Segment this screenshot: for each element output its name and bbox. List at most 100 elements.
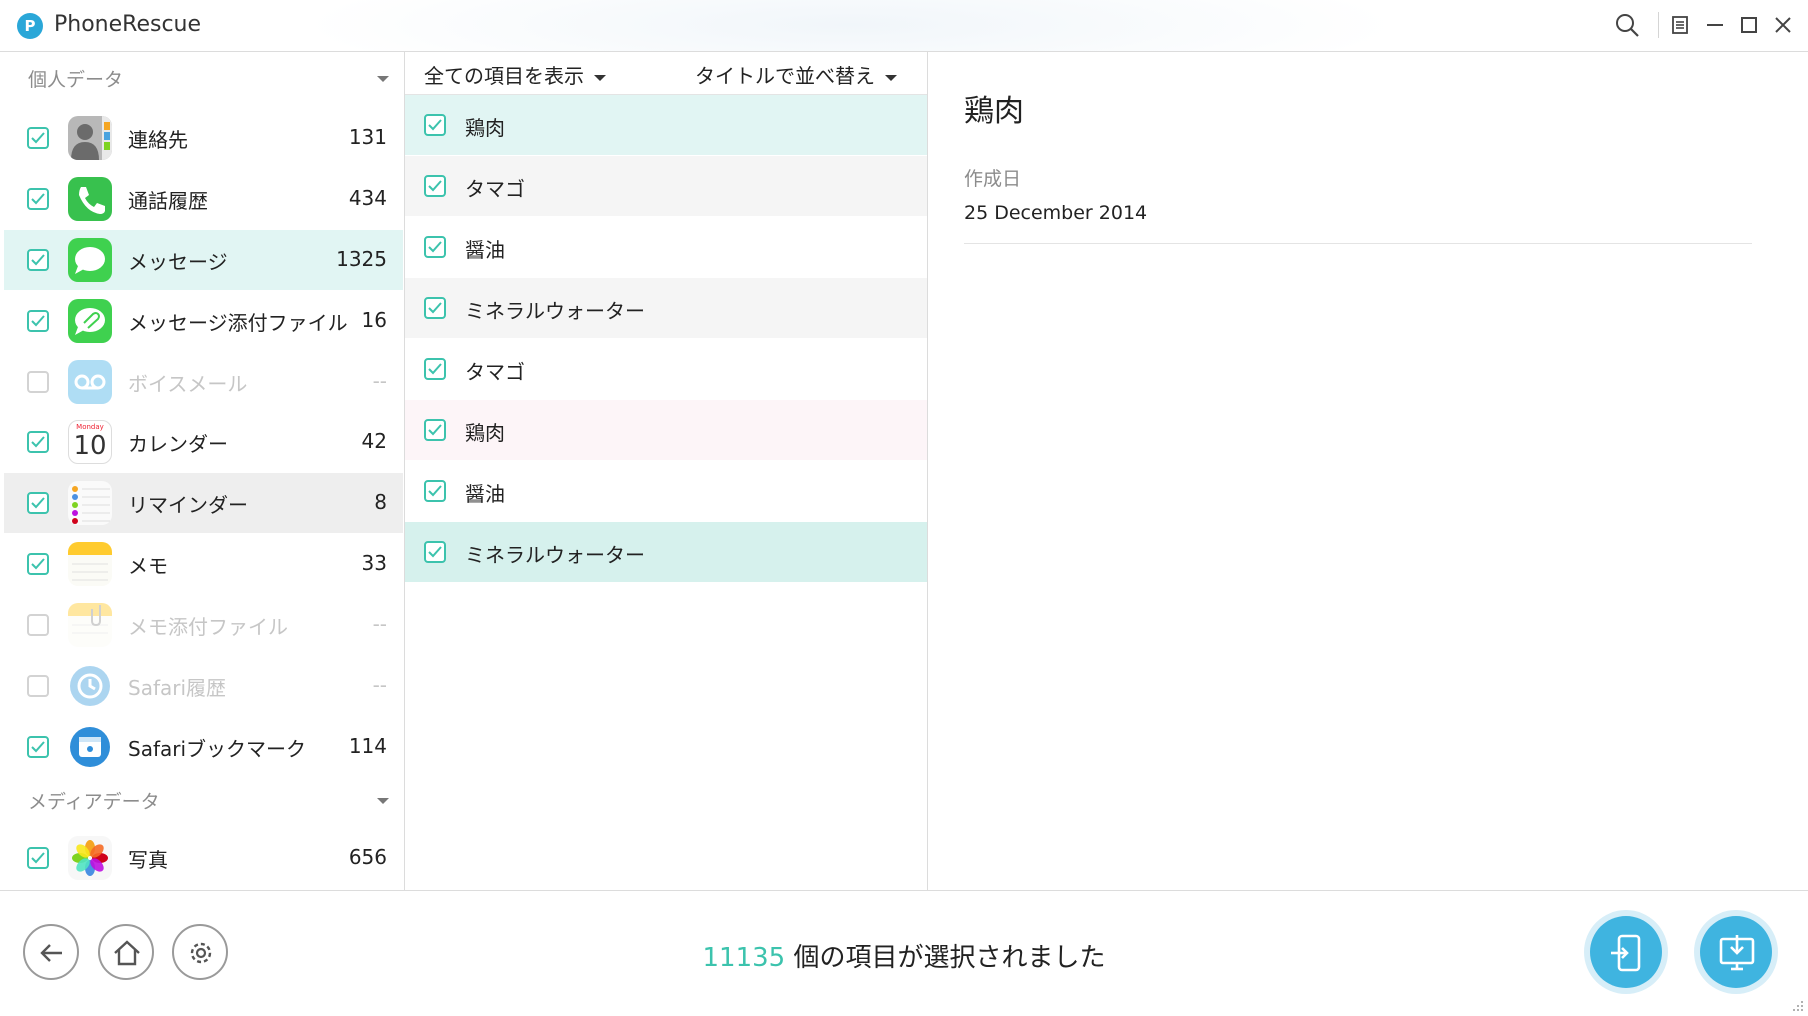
sidebar-item-label: リマインダー xyxy=(128,493,248,517)
list-item[interactable]: 醤油 xyxy=(405,217,927,277)
sidebar-item-note-attachments[interactable]: メモ添付ファイル -- xyxy=(4,595,403,655)
checkbox[interactable] xyxy=(27,249,49,271)
category-sidebar: 個人データ 連絡先 131 通話履歴 434 メッセージ 1325 メッセージ添… xyxy=(0,52,405,890)
media-data-collapse-icon[interactable] xyxy=(377,798,389,804)
sidebar-item-message-attachments[interactable]: メッセージ添付ファイル 16 xyxy=(4,291,403,351)
sidebar-item-label: メッセージ添付ファイル xyxy=(128,311,348,335)
personal-data-collapse-icon[interactable] xyxy=(377,76,389,82)
list-item-title: 鶏肉 xyxy=(465,421,505,445)
sidebar-item-label: メモ xyxy=(128,554,168,578)
sidebar-item-label: ボイスメール xyxy=(128,372,248,396)
checkbox[interactable] xyxy=(424,419,446,441)
recover-to-device-button[interactable] xyxy=(1584,910,1668,994)
list-item[interactable]: タマゴ xyxy=(405,339,927,399)
maximize-icon[interactable] xyxy=(1736,12,1762,38)
list-item-title: ミネラルウォーター xyxy=(465,543,645,567)
item-list-panel: 全ての項目を表示 タイトルで並べ替え 鶏肉 タマゴ 醤油 ミネラルウォーター タ… xyxy=(405,52,928,890)
checkbox[interactable] xyxy=(424,175,446,197)
recover-to-device-button-face xyxy=(1590,916,1662,988)
list-item-title: タマゴ xyxy=(465,360,525,384)
close-icon[interactable] xyxy=(1770,12,1796,38)
phone-icon xyxy=(68,177,112,221)
checkbox[interactable] xyxy=(27,675,49,697)
message-attachment-icon xyxy=(68,299,112,343)
photos-icon xyxy=(68,836,112,880)
sidebar-item-count: 8 xyxy=(374,490,387,514)
selection-status: 11135 個の項目が選択されました xyxy=(0,937,1808,974)
menu-icon[interactable] xyxy=(1667,12,1693,38)
checkbox[interactable] xyxy=(27,371,49,393)
selected-suffix: 個の項目が選択されました xyxy=(785,943,1106,973)
reminders-icon xyxy=(68,481,112,525)
sidebar-item-voicemail[interactable]: ボイスメール -- xyxy=(4,352,403,412)
checkbox[interactable] xyxy=(27,431,49,453)
sidebar-item-count: 114 xyxy=(348,734,387,758)
list-item[interactable]: ミネラルウォーター xyxy=(405,278,927,338)
checkbox[interactable] xyxy=(424,541,446,563)
sidebar-item-count: -- xyxy=(372,612,387,636)
checkbox[interactable] xyxy=(424,480,446,502)
safari-bookmark-icon xyxy=(68,725,112,769)
sidebar-item-count: 1325 xyxy=(336,247,387,271)
resize-grip-icon[interactable] xyxy=(1792,997,1804,1011)
to-computer-icon xyxy=(1719,935,1755,971)
checkbox[interactable] xyxy=(27,310,49,332)
search-icon[interactable] xyxy=(1614,12,1640,38)
sidebar-item-label: メッセージ xyxy=(128,250,228,274)
sidebar-item-count: 434 xyxy=(348,186,387,210)
title-bar-background xyxy=(300,0,1400,51)
media-data-header: メディアデータ xyxy=(28,791,160,813)
list-item[interactable]: ミネラルウォーター xyxy=(405,522,927,582)
checkbox[interactable] xyxy=(424,236,446,258)
recover-to-computer-button-face xyxy=(1700,916,1772,988)
sidebar-item-count: 16 xyxy=(361,308,387,332)
selected-count: 11135 xyxy=(702,943,786,973)
chevron-down-icon xyxy=(594,74,606,81)
list-item[interactable]: 鶏肉 xyxy=(405,400,927,460)
checkbox[interactable] xyxy=(424,358,446,380)
minimize-icon[interactable] xyxy=(1702,12,1728,38)
sidebar-item-count: 656 xyxy=(348,845,387,869)
checkbox[interactable] xyxy=(424,114,446,136)
sidebar-item-messages[interactable]: メッセージ 1325 xyxy=(4,230,403,290)
list-item[interactable]: 鶏肉 xyxy=(405,95,927,155)
divider xyxy=(964,243,1752,244)
sidebar-item-contacts[interactable]: 連絡先 131 xyxy=(4,108,403,168)
safari-history-icon xyxy=(68,664,112,708)
checkbox[interactable] xyxy=(27,127,49,149)
detail-title: 鶏肉 xyxy=(964,94,1024,129)
calendar-icon: Monday 10 xyxy=(68,420,112,464)
sidebar-item-reminders[interactable]: リマインダー 8 xyxy=(4,473,403,533)
list-item[interactable]: タマゴ xyxy=(405,156,927,216)
sort-label: タイトルで並べ替え xyxy=(695,64,875,88)
calendar-date-label: 10 xyxy=(73,431,107,461)
list-item-title: 鶏肉 xyxy=(465,116,505,140)
checkbox[interactable] xyxy=(424,297,446,319)
recover-to-computer-button[interactable] xyxy=(1694,910,1778,994)
list-item-title: タマゴ xyxy=(465,177,525,201)
sidebar-item-safari-history[interactable]: Safari履歴 -- xyxy=(4,656,403,716)
sidebar-item-call-history[interactable]: 通話履歴 434 xyxy=(4,169,403,229)
sidebar-item-safari-bookmarks[interactable]: Safariブックマーク 114 xyxy=(4,717,403,777)
list-toolbar: 全ての項目を表示 タイトルで並べ替え xyxy=(405,52,927,95)
sidebar-item-count: -- xyxy=(372,369,387,393)
checkbox[interactable] xyxy=(27,188,49,210)
checkbox[interactable] xyxy=(27,847,49,869)
note-attachment-icon xyxy=(68,603,112,647)
checkbox[interactable] xyxy=(27,492,49,514)
contacts-icon xyxy=(68,116,112,160)
sidebar-item-label: 写真 xyxy=(128,848,168,872)
list-item-title: 醤油 xyxy=(465,482,505,506)
sidebar-item-label: カレンダー xyxy=(128,432,228,456)
checkbox[interactable] xyxy=(27,736,49,758)
list-item[interactable]: 醤油 xyxy=(405,461,927,521)
sort-dropdown[interactable]: タイトルで並べ替え xyxy=(695,60,897,89)
sidebar-item-calendar[interactable]: Monday 10 カレンダー 42 xyxy=(4,412,403,472)
checkbox[interactable] xyxy=(27,614,49,636)
to-device-icon xyxy=(1611,934,1641,972)
checkbox[interactable] xyxy=(27,553,49,575)
sidebar-item-notes[interactable]: メモ 33 xyxy=(4,534,403,594)
sidebar-item-photos[interactable]: 写真 656 xyxy=(4,828,403,888)
created-date-label: 作成日 xyxy=(964,168,1022,190)
filter-dropdown[interactable]: 全ての項目を表示 xyxy=(424,60,606,89)
